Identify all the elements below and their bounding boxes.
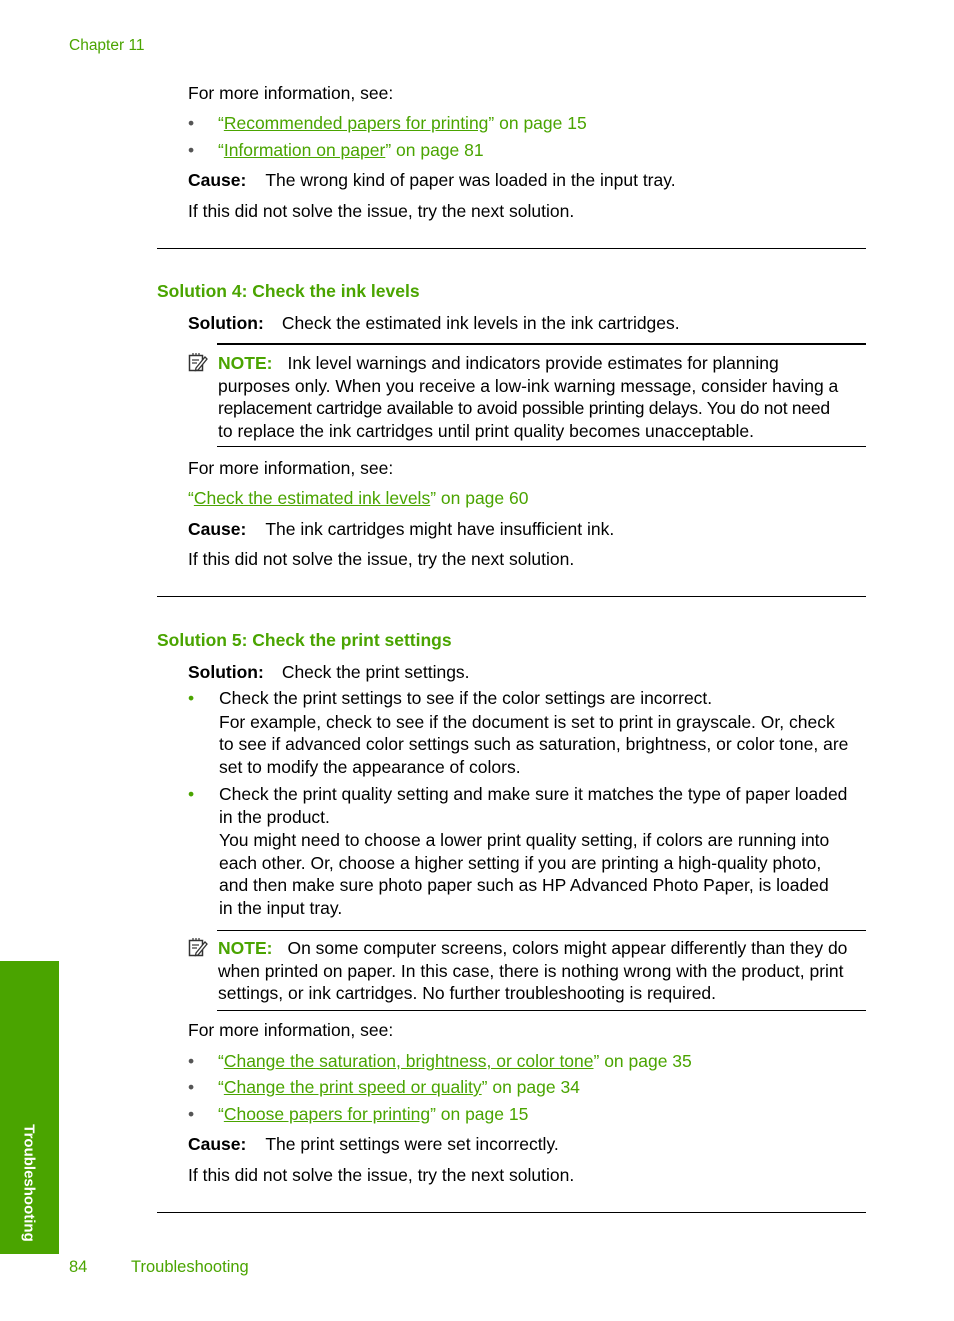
next-solution-text: If this did not solve the issue, try the… — [188, 201, 575, 221]
bullet-icon: • — [188, 1077, 195, 1097]
cause-text: The ink cartridges might have insufficie… — [265, 519, 615, 539]
cause-label: Cause: — [188, 519, 247, 539]
solution-text: Check the estimated ink levels in the in… — [281, 313, 680, 333]
link-recommended-papers[interactable]: Recommended papers for printing — [224, 113, 489, 133]
note-label: NOTE: — [218, 353, 273, 373]
bullet-item: Check the print quality setting and make… — [219, 784, 848, 918]
cause-line: Cause: The wrong kind of paper was loaded… — [188, 169, 676, 191]
cause-text: The wrong kind of paper was loaded in th… — [265, 170, 676, 190]
chapter-label: Chapter 11 — [69, 37, 145, 54]
solution-label: Solution: — [188, 662, 264, 682]
bullet-icon: • — [188, 784, 195, 804]
link-item[interactable]: “Check the estimated ink levels” on page… — [188, 487, 528, 509]
solution-4-heading: Solution 4: Check the ink levels — [157, 281, 420, 301]
solution-label: Solution: — [188, 313, 264, 333]
link-information-on-paper[interactable]: Information on paper — [224, 140, 386, 160]
link-check-ink-levels[interactable]: Check the estimated ink levels — [194, 488, 430, 508]
bullet-icon: • — [188, 1051, 195, 1071]
bullet-icon: • — [188, 140, 195, 160]
next-solution-text: If this did not solve the issue, try the… — [188, 549, 575, 569]
cause-line: Cause: The ink cartridges might have insu… — [188, 518, 614, 540]
link-change-print-speed[interactable]: Change the print speed or quality — [224, 1077, 482, 1097]
page-number: 84 — [69, 1258, 88, 1276]
note-pencil-icon — [188, 353, 208, 372]
cause-line: Cause: The print settings were set incorr… — [188, 1133, 559, 1155]
more-info-label: For more information, see: — [188, 458, 394, 478]
more-info-label: For more information, see: — [188, 83, 394, 103]
solution-5-heading: Solution 5: Check the print settings — [157, 630, 452, 650]
bullet-icon: • — [188, 688, 195, 708]
note-block: NOTE: On some computer screens, colors mi… — [218, 938, 848, 1003]
solution-line: Solution: Check the print settings. — [188, 661, 470, 683]
side-tab-label: Troubleshooting — [20, 1124, 38, 1242]
cause-label: Cause: — [188, 1134, 247, 1154]
section-divider — [157, 596, 866, 597]
note-bottom-rule — [217, 1010, 866, 1011]
note-pencil-icon — [188, 938, 208, 957]
bullet-icon: • — [188, 1104, 195, 1124]
note-top-rule — [217, 930, 866, 931]
link-item[interactable]: “Change the print speed or quality” on p… — [218, 1076, 580, 1098]
note-top-rule — [217, 343, 866, 345]
section-divider — [157, 248, 866, 249]
section-divider — [157, 1212, 866, 1213]
link-item[interactable]: “Choose papers for printing” on page 15 — [218, 1103, 528, 1125]
link-choose-papers[interactable]: Choose papers for printing — [224, 1104, 430, 1124]
link-item[interactable]: “Recommended papers for printing” on pag… — [218, 112, 587, 134]
link-item[interactable]: “Change the saturation, brightness, or c… — [218, 1050, 692, 1072]
link-change-saturation[interactable]: Change the saturation, brightness, or co… — [224, 1051, 594, 1071]
solution-line: Solution: Check the estimated ink levels … — [188, 312, 680, 334]
note-block: NOTE: Ink level warnings and indicators p… — [218, 353, 839, 441]
next-solution-text: If this did not solve the issue, try the… — [188, 1165, 575, 1185]
cause-label: Cause: — [188, 170, 247, 190]
cause-text: The print settings were set incorrectly. — [265, 1134, 559, 1154]
note-bottom-rule — [217, 446, 866, 447]
more-info-label: For more information, see: — [188, 1020, 394, 1040]
footer-section: Troubleshooting — [131, 1258, 249, 1276]
bullet-icon: • — [188, 113, 195, 133]
note-label: NOTE: — [218, 938, 273, 958]
solution-text: Check the print settings. — [281, 662, 470, 682]
link-item[interactable]: “Information on paper” on page 81 — [218, 139, 484, 161]
bullet-item: Check the print settings to see if the c… — [219, 688, 849, 777]
